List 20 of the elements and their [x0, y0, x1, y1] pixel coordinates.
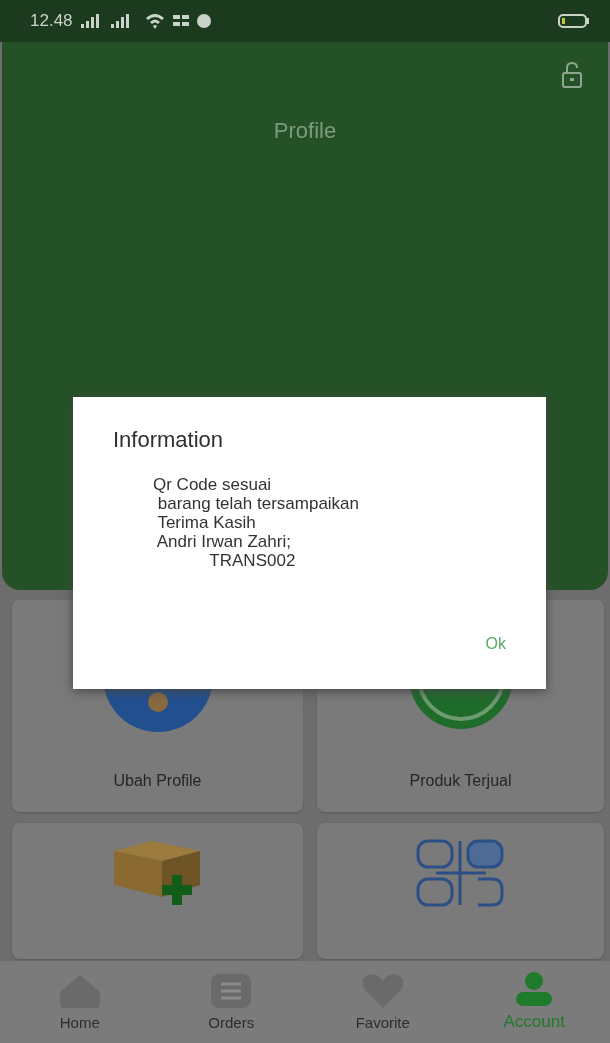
nav-tab[interactable]: Home	[9, 973, 150, 1031]
menu-label: Ubah Profile	[113, 772, 202, 790]
menu-card[interactable]	[317, 823, 604, 959]
menu-label: Produk Terjual	[409, 772, 512, 790]
data-speed-icon	[172, 14, 189, 28]
battery-icon	[558, 14, 590, 28]
menu-card[interactable]	[12, 823, 303, 959]
qr-scan-icon	[415, 839, 506, 907]
lock-icon[interactable]	[562, 62, 582, 88]
notification-dot-icon	[196, 14, 211, 28]
person-icon	[516, 972, 553, 1006]
list-icon	[211, 973, 252, 1008]
nav-tab[interactable]: Favorite	[312, 973, 453, 1031]
dialog-title: Information	[113, 427, 224, 453]
nav-tab[interactable]: Orders	[161, 973, 302, 1031]
wifi-icon	[144, 13, 165, 29]
dialog-message: Qr Code sesuai barang telah tersampaikan Terima Kasih Andri Irwan Zahri; TRANS002	[153, 475, 360, 570]
status-time: 12.48	[30, 11, 73, 31]
page-title: Profile	[273, 118, 337, 144]
ok-button[interactable]: Ok	[475, 631, 516, 657]
